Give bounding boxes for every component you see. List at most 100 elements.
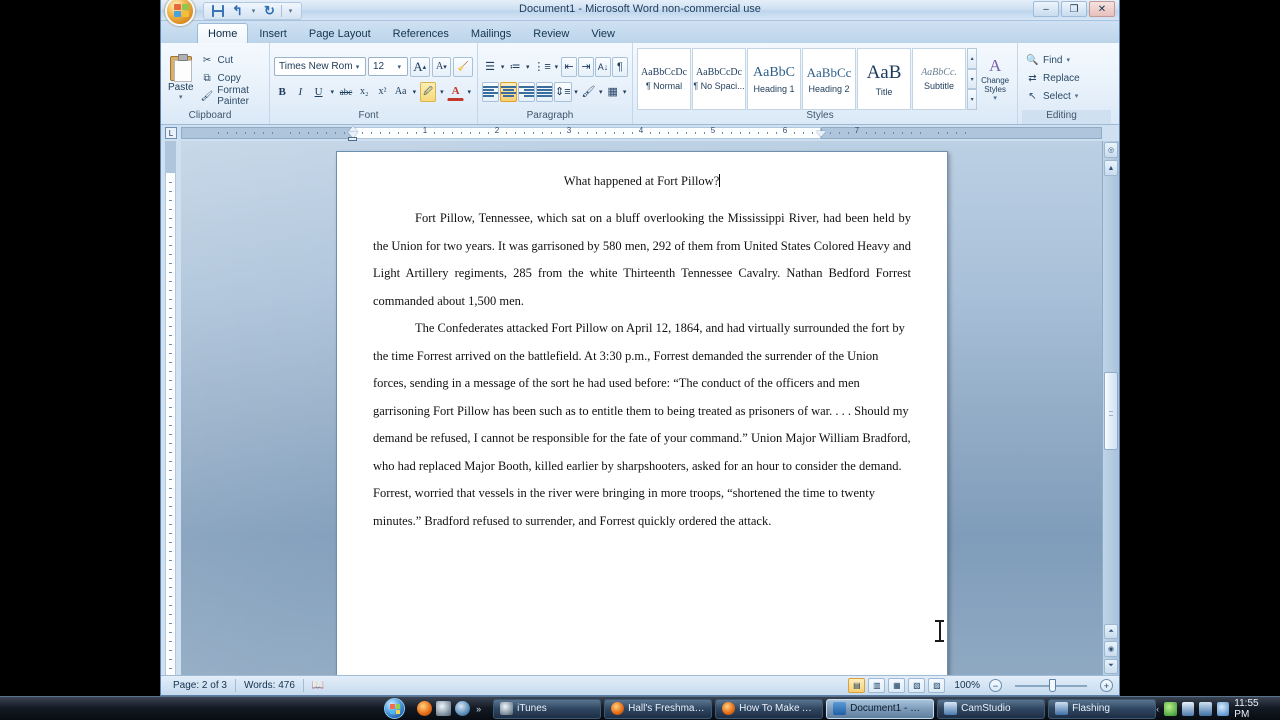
change-case-dropdown[interactable]: ▾ xyxy=(411,82,418,102)
font-color-dropdown[interactable]: ▾ xyxy=(466,82,473,102)
network-icon[interactable] xyxy=(1164,701,1177,716)
tab-insert[interactable]: Insert xyxy=(248,23,298,43)
style-normal[interactable]: AaBbCcDc ¶ Normal xyxy=(637,48,691,110)
tab-references[interactable]: References xyxy=(382,23,460,43)
tab-home[interactable]: Home xyxy=(197,23,249,43)
borders-dropdown[interactable]: ▾ xyxy=(621,82,628,102)
media-player-quicklaunch-icon[interactable] xyxy=(455,701,471,716)
tab-page-layout[interactable]: Page Layout xyxy=(298,23,382,43)
start-button[interactable] xyxy=(378,698,411,720)
line-spacing-dropdown[interactable]: ▾ xyxy=(573,82,580,102)
view-outline-button[interactable]: ▧ xyxy=(908,678,926,693)
view-full-screen-reading-button[interactable]: ▥ xyxy=(868,678,886,693)
proofing-status-icon[interactable]: 📖 xyxy=(304,680,332,691)
tab-stop-selector-button[interactable]: L xyxy=(161,125,181,141)
italic-button[interactable]: I xyxy=(292,82,308,102)
zoom-level[interactable]: 100% xyxy=(948,680,986,691)
bullets-button[interactable]: ☰ xyxy=(482,57,498,77)
tab-review[interactable]: Review xyxy=(522,23,580,43)
close-button[interactable]: ✕ xyxy=(1089,1,1115,17)
strikethrough-button[interactable]: abc xyxy=(338,82,354,102)
select-browse-object-button-2[interactable]: ◉ xyxy=(1104,641,1118,657)
style-no-spacing[interactable]: AaBbCcDc ¶ No Spaci... xyxy=(692,48,746,110)
text-highlight-button[interactable]: 🖉 xyxy=(420,81,437,102)
grow-font-button[interactable]: A ▴ xyxy=(409,56,430,77)
zoom-slider-handle[interactable] xyxy=(1049,679,1056,692)
clock[interactable]: 11:55 PM xyxy=(1234,698,1272,720)
style-heading-1[interactable]: AaBbC Heading 1 xyxy=(747,48,801,110)
style-subtitle[interactable]: AaBbCc. Subtitle xyxy=(912,48,966,110)
page-indicator[interactable]: Page: 2 of 3 xyxy=(165,680,235,691)
multilevel-list-button[interactable]: ⋮≡ xyxy=(532,57,551,77)
document-heading[interactable]: What happened at Fort Pillow? xyxy=(373,174,911,189)
tray-expand-button[interactable]: ‹ xyxy=(1156,704,1159,714)
shading-button[interactable]: 🖌 xyxy=(580,82,596,102)
taskbar-item-itunes[interactable]: iTunes xyxy=(493,698,602,719)
font-name-combo[interactable]: Times New Roman ▾ xyxy=(274,57,366,76)
bold-button[interactable]: B xyxy=(274,82,290,102)
underline-dropdown[interactable]: ▾ xyxy=(329,82,336,102)
scrollbar-thumb[interactable] xyxy=(1104,372,1118,450)
multilevel-list-dropdown[interactable]: ▾ xyxy=(553,57,560,77)
change-styles-button[interactable]: A Change Styles ▾ xyxy=(977,48,1013,110)
document-paragraph-1[interactable]: Fort Pillow, Tennessee, which sat on a b… xyxy=(373,205,911,315)
replace-button[interactable]: ⇄ Replace xyxy=(1022,69,1111,87)
view-web-layout-button[interactable]: ▦ xyxy=(888,678,906,693)
text-highlight-dropdown[interactable]: ▾ xyxy=(438,82,445,102)
numbering-dropdown[interactable]: ▾ xyxy=(524,57,531,77)
format-painter-button[interactable]: 🖌 Format Painter xyxy=(197,85,265,107)
speaker-icon[interactable] xyxy=(1216,701,1230,716)
horizontal-ruler[interactable]: 1234567 xyxy=(181,125,1102,141)
minimize-button[interactable]: – xyxy=(1033,1,1059,17)
taskbar-item-halls-freshman[interactable]: Hall's Freshman En... xyxy=(604,698,713,719)
bullets-dropdown[interactable]: ▾ xyxy=(499,57,506,77)
view-print-layout-button[interactable]: ▤ xyxy=(848,678,866,693)
align-center-button[interactable] xyxy=(500,81,517,102)
borders-button[interactable]: ▦ xyxy=(605,82,620,102)
clear-formatting-button[interactable]: 🧹 xyxy=(453,56,474,77)
align-right-button[interactable] xyxy=(518,81,535,102)
vertical-ruler[interactable] xyxy=(161,141,181,675)
firefox-quicklaunch-icon[interactable] xyxy=(417,701,433,716)
show-formatting-marks-button[interactable]: ¶ xyxy=(611,56,628,77)
subscript-button[interactable]: x₂ xyxy=(356,82,372,102)
mail-icon[interactable] xyxy=(1181,701,1195,716)
paste-button[interactable]: Paste ▾ xyxy=(165,46,197,110)
numbering-button[interactable]: ≔ xyxy=(507,57,523,77)
scrollbar-track[interactable] xyxy=(1103,177,1119,623)
font-size-combo[interactable]: 12 ▾ xyxy=(368,57,408,76)
document-canvas[interactable]: What happened at Fort Pillow? Fort Pillo… xyxy=(181,141,1102,675)
view-draft-button[interactable]: ▨ xyxy=(928,678,946,693)
itunes-quicklaunch-icon[interactable] xyxy=(436,701,452,716)
styles-more-button[interactable]: ▾ xyxy=(967,89,978,111)
superscript-button[interactable]: x² xyxy=(374,82,390,102)
taskbar-item-camstudio[interactable]: CamStudio xyxy=(937,698,1046,719)
styles-scroll-down-button[interactable]: ▾ xyxy=(967,68,978,90)
select-button[interactable]: ↖ Select ▾ xyxy=(1022,87,1111,105)
align-left-button[interactable] xyxy=(482,81,499,102)
cut-button[interactable]: ✂ Cut xyxy=(197,51,265,69)
styles-scroll-up-button[interactable]: ▴ xyxy=(967,48,978,69)
volume-icon[interactable] xyxy=(1199,701,1212,716)
document-paragraph-2[interactable]: The Confederates attacked Fort Pillow on… xyxy=(373,315,911,535)
tab-mailings[interactable]: Mailings xyxy=(460,23,522,43)
font-color-button[interactable]: A xyxy=(447,83,464,101)
find-button[interactable]: 🔍 Find ▾ xyxy=(1022,51,1111,69)
zoom-in-button[interactable]: + xyxy=(1100,679,1113,692)
change-case-button[interactable]: Aa xyxy=(393,82,409,102)
taskbar-item-how-to-make[interactable]: How To Make A Be... xyxy=(715,698,824,719)
shrink-font-button[interactable]: A ▾ xyxy=(431,56,452,77)
style-heading-2[interactable]: AaBbCc Heading 2 xyxy=(802,48,856,110)
taskbar-item-flashing[interactable]: Flashing xyxy=(1048,698,1157,719)
style-title[interactable]: AaB Title xyxy=(857,48,911,110)
next-page-button[interactable]: ⏷ xyxy=(1104,658,1118,674)
zoom-out-button[interactable]: − xyxy=(989,679,1002,692)
previous-page-button[interactable]: ⏶ xyxy=(1104,624,1118,640)
scroll-up-button[interactable]: ▲ xyxy=(1104,160,1118,176)
increase-indent-button[interactable]: ⇥ xyxy=(577,56,594,77)
justify-button[interactable] xyxy=(536,81,553,102)
restore-button[interactable]: ❐ xyxy=(1061,1,1087,17)
select-browse-object-button[interactable]: ◎ xyxy=(1104,142,1118,158)
line-spacing-button[interactable]: ⇕≡ xyxy=(554,81,572,102)
tab-view[interactable]: View xyxy=(580,23,626,43)
